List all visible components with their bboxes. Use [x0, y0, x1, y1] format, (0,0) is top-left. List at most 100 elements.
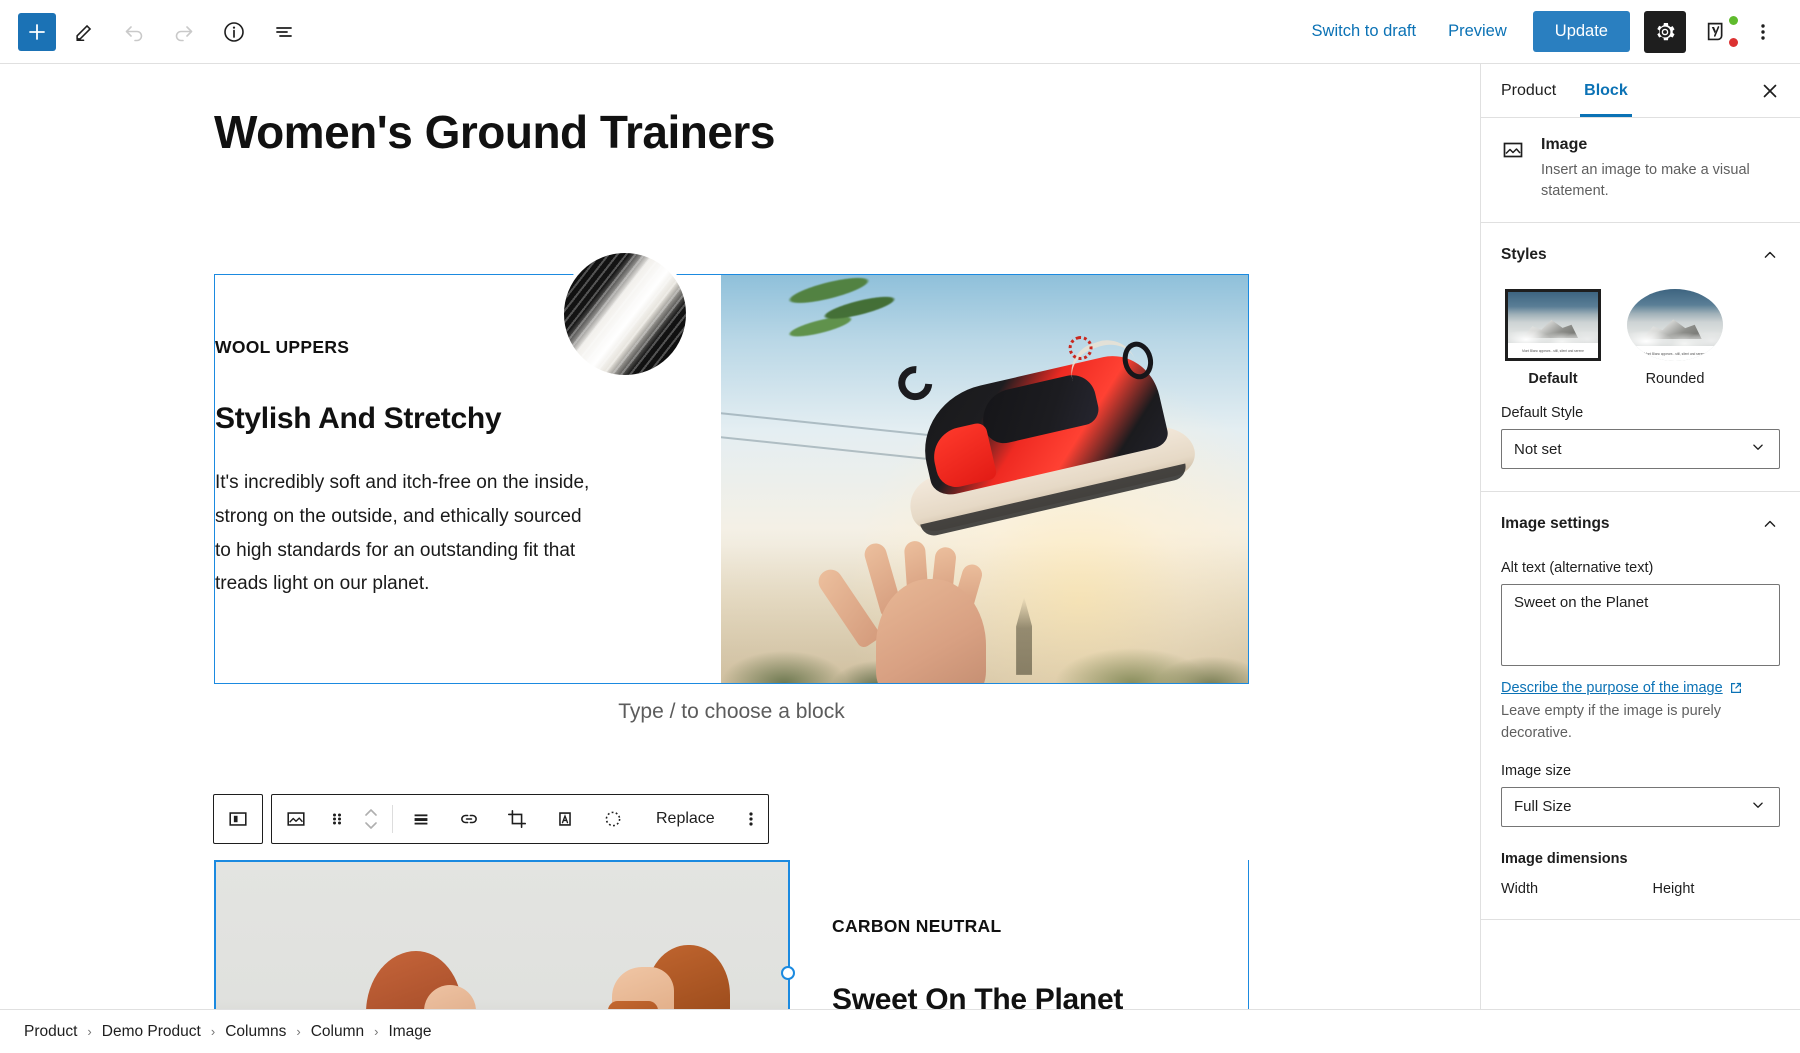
editor-body: Women's Ground Trainers WOOL UPPERS Styl…: [0, 64, 1800, 1009]
breadcrumb-separator: ›: [210, 1024, 216, 1039]
wordpress-block-editor: Switch to draft Preview Update Women's G…: [0, 0, 1800, 1053]
block-more-options-icon[interactable]: [734, 795, 768, 843]
alt-text-field[interactable]: Sweet on the Planet: [1501, 584, 1780, 667]
update-button[interactable]: Update: [1532, 11, 1630, 52]
block-outline-edge: [1248, 860, 1249, 1009]
sneaker-heel-loop: [891, 359, 940, 408]
top-bar-left-tools: [18, 10, 306, 54]
undo-icon[interactable]: [112, 10, 156, 54]
more-options-ellipsis-icon[interactable]: [1744, 11, 1782, 53]
editor-canvas[interactable]: Women's Ground Trainers WOOL UPPERS Styl…: [0, 64, 1480, 1009]
toolbar-separator: [392, 805, 393, 833]
tools-pencil-icon[interactable]: [62, 10, 106, 54]
default-style-select[interactable]: Not set: [1501, 429, 1780, 470]
close-sidebar-icon[interactable]: [1746, 64, 1794, 117]
palm-frond: [752, 275, 944, 372]
breadcrumb-item-columns[interactable]: Columns: [225, 1023, 286, 1041]
column-heading[interactable]: Stylish And Stretchy: [215, 402, 685, 436]
page-title[interactable]: Women's Ground Trainers: [214, 106, 1480, 159]
selected-image-block[interactable]: [214, 860, 795, 1009]
redo-icon[interactable]: [162, 10, 206, 54]
breadcrumb-item-product[interactable]: Product: [24, 1023, 77, 1041]
column-paragraph[interactable]: It's incredibly soft and itch-free on th…: [215, 466, 595, 601]
breadcrumb-separator: ›: [296, 1024, 301, 1039]
eyebrow-text: CARBON NEUTRAL: [832, 916, 1002, 936]
align-icon[interactable]: [397, 795, 445, 843]
wool-closeup-circle-image[interactable]: [560, 249, 690, 379]
style-label-default: Default: [1528, 371, 1578, 388]
chevron-up-icon: [1764, 520, 1776, 527]
move-up-down-icon[interactable]: [354, 795, 388, 843]
image-settings-header[interactable]: Image settings: [1501, 508, 1780, 542]
style-options: Mont Blanc appears - still, silent and s…: [1501, 289, 1780, 387]
woman-figure: [366, 943, 536, 1009]
columns-block[interactable]: WOOL UPPERS Stylish And Stretchy It's in…: [214, 274, 1249, 684]
bottom-columns-block[interactable]: CARBON NEUTRAL Sweet On The Planet: [214, 860, 1249, 1009]
add-text-over-image-icon[interactable]: [541, 795, 589, 843]
yoast-seo-dot: [1729, 37, 1738, 47]
chevron-up-icon: [1764, 251, 1776, 258]
styles-panel-header[interactable]: Styles: [1501, 239, 1780, 273]
image-settings-panel: Image settings Alt text (alternative tex…: [1481, 492, 1800, 920]
style-label-rounded: Rounded: [1645, 371, 1705, 388]
alt-text-label: Alt text (alternative text): [1501, 560, 1654, 577]
block-type-image-icon[interactable]: [272, 795, 320, 843]
width-label: Width: [1501, 880, 1539, 897]
image-dimensions-row: Width Height: [1501, 881, 1780, 897]
column-heading[interactable]: Sweet On The Planet: [832, 983, 1249, 1009]
image-size-select[interactable]: Full Size: [1501, 786, 1780, 827]
settings-sidebar: Product Block Image Insert an image to m…: [1480, 64, 1800, 1009]
add-block-button[interactable]: [18, 12, 56, 51]
breadcrumb-separator: ›: [374, 1024, 379, 1039]
style-preview-rounded: Mont Blanc appears - still, silent and s…: [1627, 289, 1723, 362]
crop-icon[interactable]: [493, 795, 541, 843]
yoast-seo-icon[interactable]: [1696, 11, 1738, 53]
style-preview-default: Mont Blanc appears - still, silent and s…: [1505, 289, 1601, 362]
block-toolbar[interactable]: Replace: [213, 794, 769, 844]
describe-image-link[interactable]: Describe the purpose of the image: [1501, 680, 1743, 696]
style-preview-caption: Mont Blanc appears - still, silent and s…: [1627, 346, 1723, 362]
styles-panel-title: Styles: [1501, 246, 1547, 264]
block-card: Image Insert an image to make a visual s…: [1481, 118, 1800, 224]
describe-image-link-label: Describe the purpose of the image: [1501, 680, 1723, 697]
empty-block-placeholder[interactable]: Type / to choose a block: [214, 700, 1249, 724]
chevron-down-icon: [1749, 438, 1767, 460]
image-size-value: Full Size: [1514, 798, 1572, 816]
chevron-down-icon: [1749, 796, 1767, 818]
breadcrumb-item-demo-product[interactable]: Demo Product: [102, 1023, 201, 1041]
tab-block[interactable]: Block: [1570, 64, 1642, 117]
sidebar-tabs: Product Block: [1481, 64, 1800, 118]
default-style-label: Default Style: [1501, 405, 1584, 422]
style-option-default[interactable]: Mont Blanc appears - still, silent and s…: [1505, 289, 1601, 387]
select-parent-columns-icon[interactable]: [214, 795, 262, 843]
reaching-hand: [813, 507, 1018, 683]
default-style-value: Not set: [1514, 440, 1562, 458]
styles-panel: Styles Mont Blanc appears - still, silen…: [1481, 223, 1800, 493]
settings-gear-icon[interactable]: [1644, 10, 1686, 53]
drag-handle-icon[interactable]: [320, 795, 354, 843]
parent-block-group: [213, 794, 263, 844]
list-view-icon[interactable]: [262, 10, 306, 54]
tab-product[interactable]: Product: [1487, 64, 1570, 117]
block-card-description: Insert an image to make a visual stateme…: [1541, 162, 1750, 200]
duotone-filter-icon[interactable]: [589, 795, 637, 843]
link-icon[interactable]: [445, 795, 493, 843]
alt-text-help: Leave empty if the image is purely decor…: [1501, 703, 1722, 741]
breadcrumb-separator: ›: [87, 1024, 92, 1039]
bottom-column-text[interactable]: CARBON NEUTRAL Sweet On The Planet: [790, 860, 1249, 1009]
block-card-title: Image: [1541, 136, 1588, 153]
switch-to-draft-button[interactable]: Switch to draft: [1298, 14, 1431, 49]
column-hero-image[interactable]: [721, 275, 1248, 683]
breadcrumb: Product › Demo Product › Columns › Colum…: [0, 1009, 1800, 1053]
breadcrumb-item-image[interactable]: Image: [388, 1023, 431, 1041]
top-bar-right-actions: Switch to draft Preview Update: [1298, 10, 1782, 53]
details-info-icon[interactable]: [212, 10, 256, 54]
image-icon: [1501, 138, 1527, 202]
block-tools-group: Replace: [271, 794, 769, 844]
style-option-rounded[interactable]: Mont Blanc appears - still, silent and s…: [1627, 289, 1723, 387]
hero-sneaker-photo: [721, 275, 1248, 683]
man-beard: [608, 1001, 658, 1009]
preview-button[interactable]: Preview: [1434, 14, 1521, 49]
replace-button[interactable]: Replace: [638, 810, 733, 828]
breadcrumb-item-column[interactable]: Column: [311, 1023, 364, 1041]
